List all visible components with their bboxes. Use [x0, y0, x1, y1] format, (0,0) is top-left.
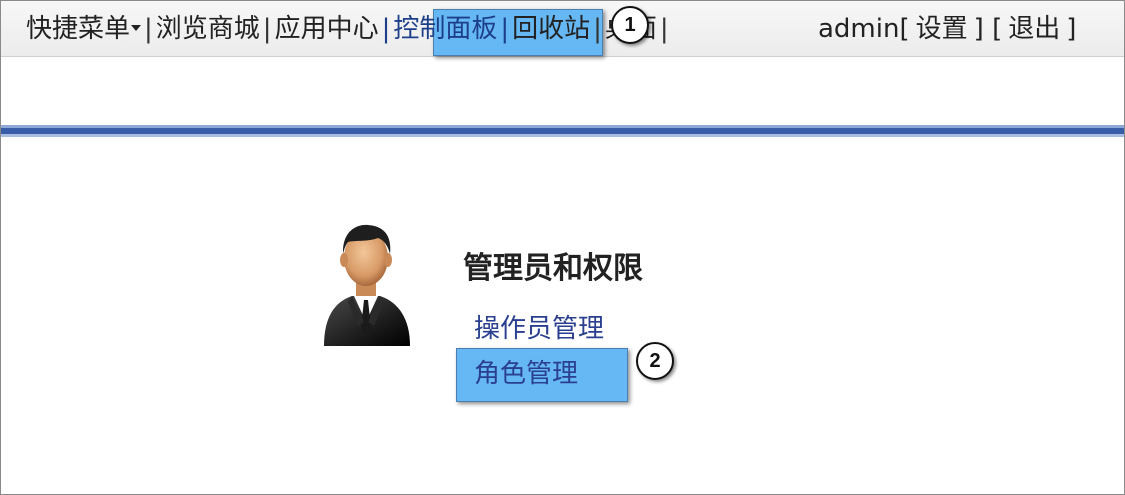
caret-down-icon [131, 25, 142, 31]
user-area: admin[设置] [退出] [818, 12, 1076, 46]
nav-separator: | [381, 14, 391, 44]
shortcut-menu-label: 快捷菜单 [26, 14, 131, 44]
divider-band-bottom [1, 134, 1124, 137]
nav-recycle-bin[interactable]: 回收站 [512, 14, 590, 44]
callout-1: 1 [611, 6, 649, 44]
nav-app-center[interactable]: 应用中心 [275, 14, 379, 44]
nav-browse-mall[interactable]: 浏览商城 [156, 14, 260, 44]
top-nav: 快捷菜单|浏览商城|应用中心|控制面板|回收站|桌面| [26, 12, 672, 46]
role-management-link[interactable]: 角色管理 [474, 353, 578, 390]
bracket-close: ] [1066, 14, 1077, 44]
bracket-open: [ [899, 14, 910, 44]
settings-link[interactable]: 设置 [916, 14, 968, 44]
callout-2: 2 [636, 342, 674, 380]
shortcut-menu[interactable]: 快捷菜单 [26, 14, 142, 44]
nav-control-panel[interactable]: 控制面板 [393, 14, 497, 44]
logout-link[interactable]: 退出 [1008, 14, 1060, 44]
bracket-close: ] [973, 14, 984, 44]
admin-person-icon [324, 224, 410, 346]
username: admin [818, 14, 900, 44]
nav-separator: | [262, 14, 272, 44]
section-title: 管理员和权限 [463, 251, 643, 286]
bracket-open: [ [992, 14, 1003, 44]
nav-separator: | [593, 14, 602, 44]
nav-separator: | [659, 14, 669, 44]
nav-separator: | [144, 14, 153, 44]
operator-management-link[interactable]: 操作员管理 [474, 308, 604, 345]
nav-separator: | [500, 14, 510, 44]
